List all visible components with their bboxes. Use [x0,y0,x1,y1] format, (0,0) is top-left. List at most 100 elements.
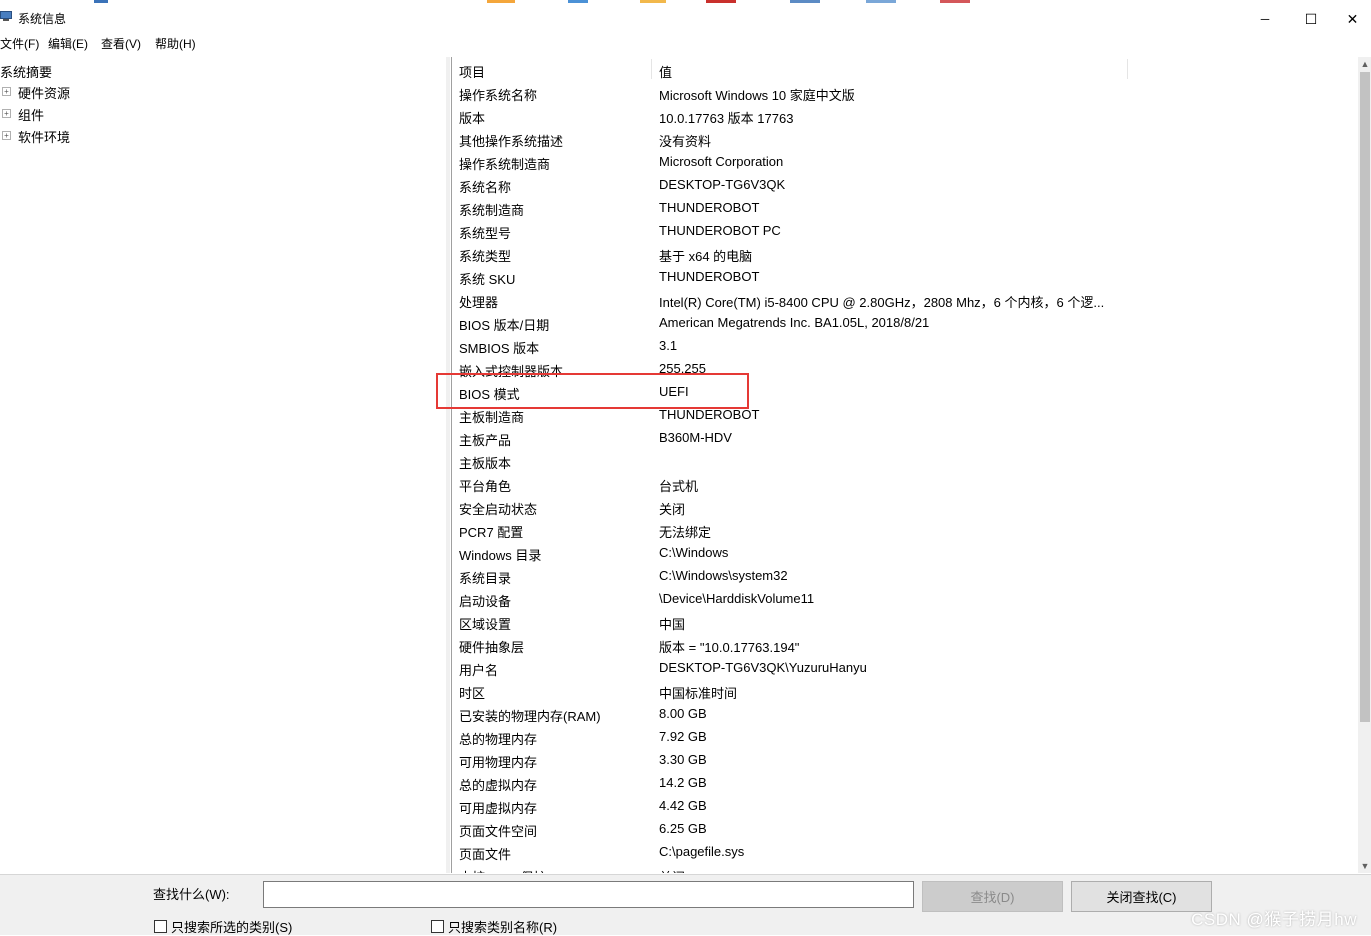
table-row[interactable]: 系统 SKU THUNDEROBOT [452,265,1357,288]
search-selected-category-checkbox[interactable]: 只搜索所选的类别(S) [154,917,292,936]
row-item: 版本 [459,111,486,126]
table-row[interactable]: 硬件抽象层 版本 = "10.0.17763.194" [452,633,1357,656]
search-category-names-checkbox[interactable]: 只搜索类别名称(R) [431,917,557,936]
table-row[interactable]: 页面文件空间 6.25 GB [452,817,1357,840]
pane-splitter[interactable] [446,57,450,873]
maximize-button[interactable]: ☐ [1288,6,1334,32]
table-row[interactable]: 用户名 DESKTOP-TG6V3QK\YuzuruHanyu [452,656,1357,679]
row-value: 没有资料 [659,134,712,149]
table-row[interactable]: 区域设置 中国 [452,610,1357,633]
row-item: 硬件抽象层 [459,640,525,655]
row-item: 系统型号 [459,226,512,241]
table-row[interactable]: 已安装的物理内存(RAM) 8.00 GB [452,702,1357,725]
table-row[interactable]: 其他操作系统描述 没有资料 [452,127,1357,150]
row-value: B360M-HDV [659,430,732,445]
row-value: 8.00 GB [659,706,707,721]
checkbox-label: 只搜索所选的类别(S) [171,920,293,935]
find-input[interactable] [263,881,914,908]
table-row[interactable]: 系统类型 基于 x64 的电脑 [452,242,1357,265]
row-value: C:\Windows\system32 [659,568,788,583]
row-item: 操作系统制造商 [459,157,551,172]
row-item: 内核 DMA 保护 [459,867,546,873]
details-list[interactable]: 项目 值 操作系统名称 Microsoft Windows 10 家庭中文版 版本 1… [451,57,1371,873]
checkbox-icon[interactable] [431,920,444,933]
table-row[interactable]: 系统目录 C:\Windows\system32 [452,564,1357,587]
table-row[interactable]: PCR7 配置 无法绑定 [452,518,1357,541]
expand-plus-icon[interactable]: + [2,109,11,118]
column-divider[interactable] [651,59,652,79]
minimize-icon: ─ [1260,12,1270,26]
scroll-down-icon[interactable]: ▼ [1358,859,1371,873]
table-row[interactable]: 操作系统制造商 Microsoft Corporation [452,150,1357,173]
row-value: DESKTOP-TG6V3QK\YuzuruHanyu [659,660,867,675]
column-divider[interactable] [1127,59,1128,79]
menu-edit[interactable]: 编辑(E) [48,35,88,52]
table-row[interactable]: 版本 10.0.17763 版本 17763 [452,104,1357,127]
table-row[interactable]: Windows 目录 C:\Windows [452,541,1357,564]
scrollbar-thumb[interactable] [1360,72,1370,722]
row-item: Windows 目录 [459,548,542,563]
table-row[interactable]: 总的物理内存 7.92 GB [452,725,1357,748]
row-item: 页面文件空间 [459,824,538,839]
tree-item-label: 软件环境 [18,130,71,145]
expand-plus-icon[interactable]: + [2,87,11,96]
row-item: PCR7 配置 [459,525,524,540]
table-row[interactable]: BIOS 版本/日期 American Megatrends Inc. BA1.0… [452,311,1357,334]
row-value: 中国 [659,617,686,632]
scroll-up-icon[interactable]: ▲ [1358,57,1371,71]
minimize-button[interactable]: ─ [1242,6,1288,32]
row-item: 系统制造商 [459,203,525,218]
find-label: 查找什么(W): [153,887,230,902]
row-value: 3.1 [659,338,678,353]
table-row[interactable]: 主板产品 B360M-HDV [452,426,1357,449]
row-value: THUNDEROBOT [659,269,760,284]
table-row[interactable]: 可用虚拟内存 4.42 GB [452,794,1357,817]
row-item: 时区 [459,686,486,701]
row-item: 主板版本 [459,456,512,471]
column-header-value[interactable]: 值 [659,62,672,81]
table-row[interactable]: 时区 中国标准时间 [452,679,1357,702]
table-row[interactable]: 内核 DMA 保护 关闭 [452,863,1357,873]
menu-file[interactable]: 文件(F) [0,35,39,52]
menu-help[interactable]: 帮助(H) [155,35,196,52]
expand-plus-icon[interactable]: + [2,131,11,140]
watermark: CSDN @猴子捞月hw [1191,910,1357,929]
table-row[interactable]: 可用物理内存 3.30 GB [452,748,1357,771]
table-row[interactable]: 平台角色 台式机 [452,472,1357,495]
row-value: 中国标准时间 [659,686,738,701]
row-item: BIOS 版本/日期 [459,318,550,333]
vertical-scrollbar[interactable]: ▲ ▼ [1358,57,1371,873]
column-header-item[interactable]: 项目 [459,62,485,81]
find-button-label: 查找(D) [970,890,1015,905]
row-value: THUNDEROBOT [659,407,760,422]
table-row[interactable]: 系统名称 DESKTOP-TG6V3QK [452,173,1357,196]
row-value: THUNDEROBOT PC [659,223,781,238]
table-body: 操作系统名称 Microsoft Windows 10 家庭中文版 版本 10.0.1… [452,81,1357,873]
table-row[interactable]: 总的虚拟内存 14.2 GB [452,771,1357,794]
table-row[interactable]: 页面文件 C:\pagefile.sys [452,840,1357,863]
row-item: 已安装的物理内存(RAM) [459,709,601,724]
checkbox-icon[interactable] [154,920,167,933]
row-item: 区域设置 [459,617,512,632]
table-row[interactable]: 操作系统名称 Microsoft Windows 10 家庭中文版 [452,81,1357,104]
table-row[interactable]: 系统制造商 THUNDEROBOT [452,196,1357,219]
table-row[interactable]: SMBIOS 版本 3.1 [452,334,1357,357]
tree-item-system-summary[interactable]: 系统摘要 [0,62,52,81]
table-row[interactable]: 启动设备 \Device\HarddiskVolume11 [452,587,1357,610]
find-button[interactable]: 查找(D) [922,881,1063,912]
category-tree[interactable]: 系统摘要 + 硬件资源 + 组件 + 软件环境 [0,57,447,873]
row-item: 处理器 [459,295,499,310]
table-row[interactable]: 安全启动状态 关闭 [452,495,1357,518]
table-row[interactable]: 系统型号 THUNDEROBOT PC [452,219,1357,242]
row-item: 启动设备 [459,594,512,609]
row-value: 7.92 GB [659,729,707,744]
table-row[interactable]: 主板版本 [452,449,1357,472]
row-item: 可用物理内存 [459,755,538,770]
close-icon: ✕ [1346,10,1359,27]
row-value: 3.30 GB [659,752,707,767]
menu-view[interactable]: 查看(V) [101,35,141,52]
close-window-button[interactable]: ✕ [1334,6,1371,32]
row-item: 总的物理内存 [459,732,538,747]
table-row[interactable]: 处理器 Intel(R) Core(TM) i5-8400 CPU @ 2.80G… [452,288,1357,311]
row-value: 无法绑定 [659,525,712,540]
